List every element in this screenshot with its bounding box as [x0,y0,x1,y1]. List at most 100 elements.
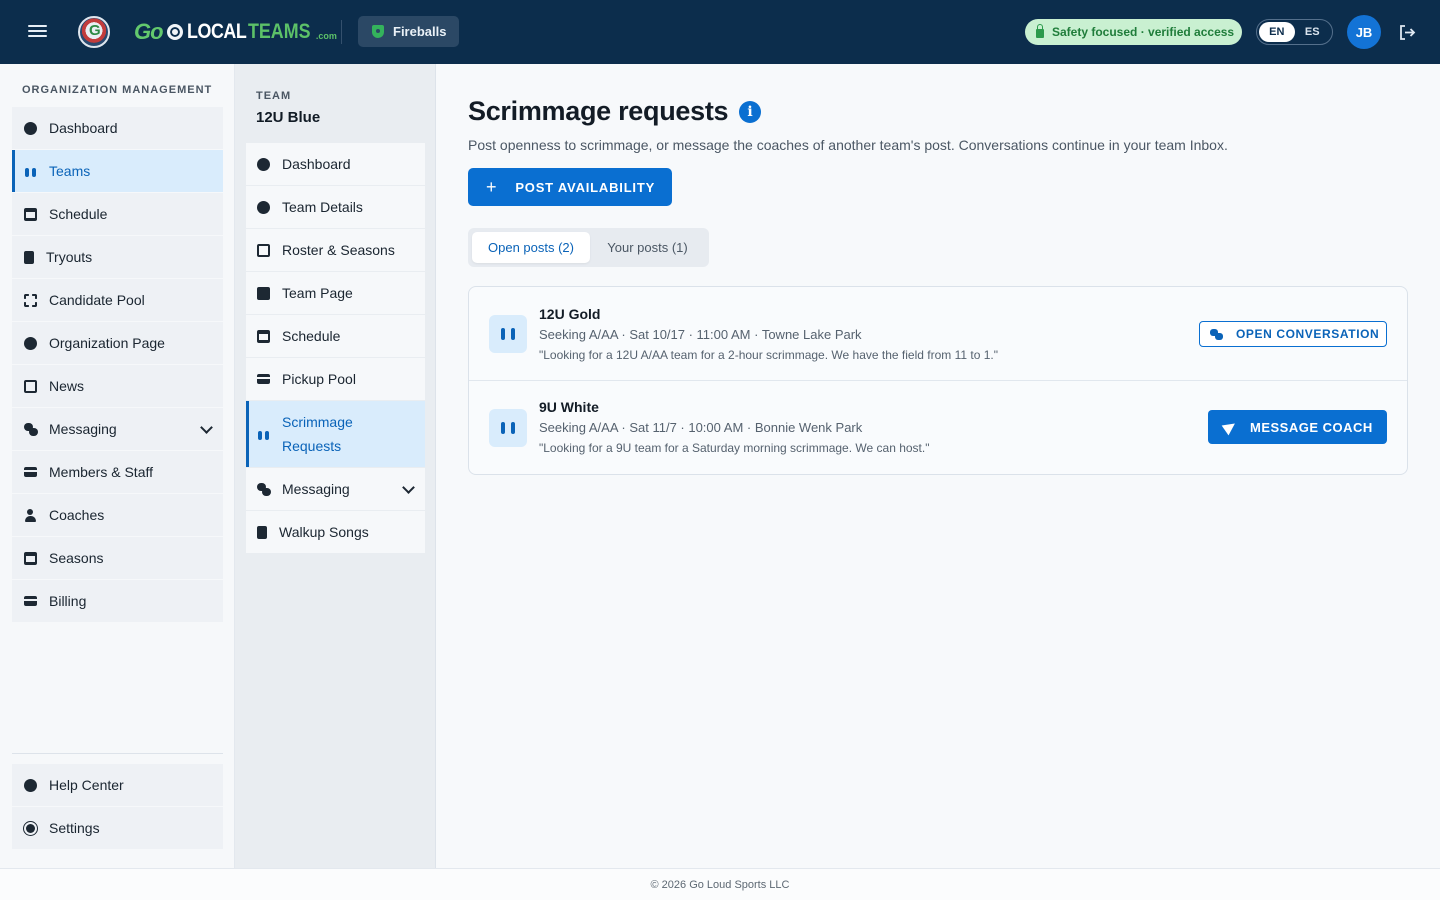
logout-icon[interactable] [1398,24,1416,41]
sidebar-item-help-center[interactable]: Help Center [12,764,223,806]
sidebar-item-label: Help Center [49,777,124,793]
team-nav-item-dashboard[interactable]: Dashboard [246,143,425,185]
sidebar-item-news[interactable]: News [12,365,223,407]
sidebar-item-label: Tryouts [46,249,93,265]
tab-open-posts[interactable]: Open posts (2) [472,232,590,263]
sidebar-item-seasons[interactable]: Seasons [12,537,223,579]
sidebar-item-coaches[interactable]: Coaches [12,494,223,536]
team-nav-item-team-details[interactable]: Team Details [246,186,425,228]
team-nav-item-walkup-songs[interactable]: Walkup Songs [246,511,425,553]
teams-icon [24,165,37,178]
sidebar-item-tryouts[interactable]: Tryouts [12,236,223,278]
dashboard-icon [24,121,37,135]
calendar-icon [24,207,37,221]
sidebar-item-members-staff[interactable]: Members & Staff [12,451,223,493]
globe-icon [24,336,37,350]
sidebar-item-label: Teams [49,163,91,179]
team-nav-list: Dashboard Team Details Roster & Seasons … [246,143,425,554]
list-item: 9U White Seeking A/AA · Sat 11/7 · 10:00… [469,381,1407,474]
post-team-name: 9U White [539,399,599,415]
copyright-text: © 2026 Go Loud Sports LLC [650,878,790,891]
sidebar-item-schedule[interactable]: Schedule [12,193,223,235]
sidebar-item-label: Members & Staff [49,464,154,480]
organization-sidebar: ORGANIZATION MANAGEMENT Dashboard Teams … [0,64,235,868]
team-nav-item-messaging[interactable]: Messaging [246,468,425,510]
sidebar-item-label: Dashboard [49,120,118,136]
team-nav-item-pickup-pool[interactable]: Pickup Pool [246,358,425,400]
team-name: 12U Blue [256,109,321,126]
sidebar-item-label: Candidate Pool [49,292,145,308]
info-icon [257,200,270,214]
team-nav-label: Dashboard [282,156,351,172]
sidebar-item-label: Seasons [49,550,104,566]
team-nav-label: Team Details [282,199,363,215]
sidebar-item-settings[interactable]: Settings [12,807,223,849]
team-nav-item-roster-seasons[interactable]: Roster & Seasons [246,229,425,271]
post-meta: Seeking A/AA · Sat 11/7 · 10:00 AM · Bon… [539,420,863,435]
baseball-icon [166,24,183,40]
sidebar-item-organization-page[interactable]: Organization Page [12,322,223,364]
message-coach-label: MESSAGE COACH [1250,419,1373,435]
site-logo[interactable]: Go LOCAL TEAMS .com [134,18,337,46]
gear-icon [26,823,35,833]
edit-page-icon [257,286,270,300]
list-item: 12U Gold Seeking A/AA · Sat 10/17 · 11:0… [469,287,1407,381]
credit-card-icon [24,596,37,606]
messaging-icon [257,482,271,496]
post-availability-label: POST AVAILABILITY [515,179,656,195]
user-avatar[interactable]: JB [1347,15,1381,49]
chevron-down-icon[interactable] [402,481,415,494]
post-message: "Looking for a 9U team for a Saturday mo… [539,441,930,455]
sidebar-item-label: Organization Page [49,335,165,351]
open-conversation-button[interactable]: OPEN CONVERSATION [1199,321,1387,347]
sidebar-item-dashboard[interactable]: Dashboard [12,107,223,149]
sidebar-item-messaging[interactable]: Messaging [12,408,223,450]
post-availability-button[interactable]: + POST AVAILABILITY [468,168,672,206]
team-nav-item-team-page[interactable]: Team Page [246,272,425,314]
clipboard-icon [24,250,34,264]
chevron-down-icon[interactable] [200,421,213,434]
sidebar-item-label: Billing [49,593,87,609]
send-icon [1221,418,1239,436]
sidebar-heading: ORGANIZATION MANAGEMENT [22,84,213,96]
calendar-icon [257,329,270,343]
sidebar-item-billing[interactable]: Billing [12,580,223,622]
language-en-button[interactable]: EN [1259,22,1295,42]
team-nav-label: Pickup Pool [282,371,356,387]
sidebar-bottom-nav: Help Center Settings [12,753,223,850]
sidebar-item-label: Schedule [49,206,108,222]
sidebar-item-candidate-pool[interactable]: Candidate Pool [12,279,223,321]
team-switcher-label: Fireballs [393,24,447,39]
tab-your-posts[interactable]: Your posts (1) [590,232,705,263]
team-nav-item-scrimmage-requests[interactable]: Scrimmage Requests [246,401,425,467]
team-nav-label: Team Page [282,285,353,301]
team-nav-item-schedule[interactable]: Schedule [246,315,425,357]
info-icon[interactable]: i [739,101,761,123]
team-nav-label: Roster & Seasons [282,242,395,258]
page-title: Scrimmage requests [468,96,729,126]
scrimmage-icon [257,428,270,441]
news-icon [24,379,37,393]
team-switcher-button[interactable]: Fireballs [358,16,459,47]
coach-icon [24,508,37,522]
help-icon [24,778,37,792]
hamburger-menu-icon[interactable] [28,22,54,42]
sidebar-item-label: News [49,378,85,394]
organization-nav-list: Dashboard Teams Schedule Tryouts Candida… [12,107,223,623]
top-bar: Go LOCAL TEAMS .com Fireballs Safety foc… [0,0,1440,64]
team-nav-label: Scrimmage Requests [282,414,353,454]
sidebar-item-teams[interactable]: Teams [12,150,223,192]
sidebar-item-label: Coaches [49,507,105,523]
language-toggle: EN ES [1256,19,1333,45]
scrimmage-icon [489,409,527,447]
team-logo-icon[interactable] [78,16,110,48]
message-coach-button[interactable]: MESSAGE COACH [1208,410,1387,444]
main-content: Scrimmage requests i Post openness to sc… [436,64,1440,868]
scrimmage-posts-list: 12U Gold Seeking A/AA · Sat 10/17 · 11:0… [468,286,1408,475]
shield-icon [372,25,384,38]
footer: © 2026 Go Loud Sports LLC [0,868,1440,900]
team-nav-label: Schedule [282,328,341,344]
music-icon [257,525,267,539]
logo-go-text: Go [134,19,164,44]
language-es-button[interactable]: ES [1295,22,1331,42]
